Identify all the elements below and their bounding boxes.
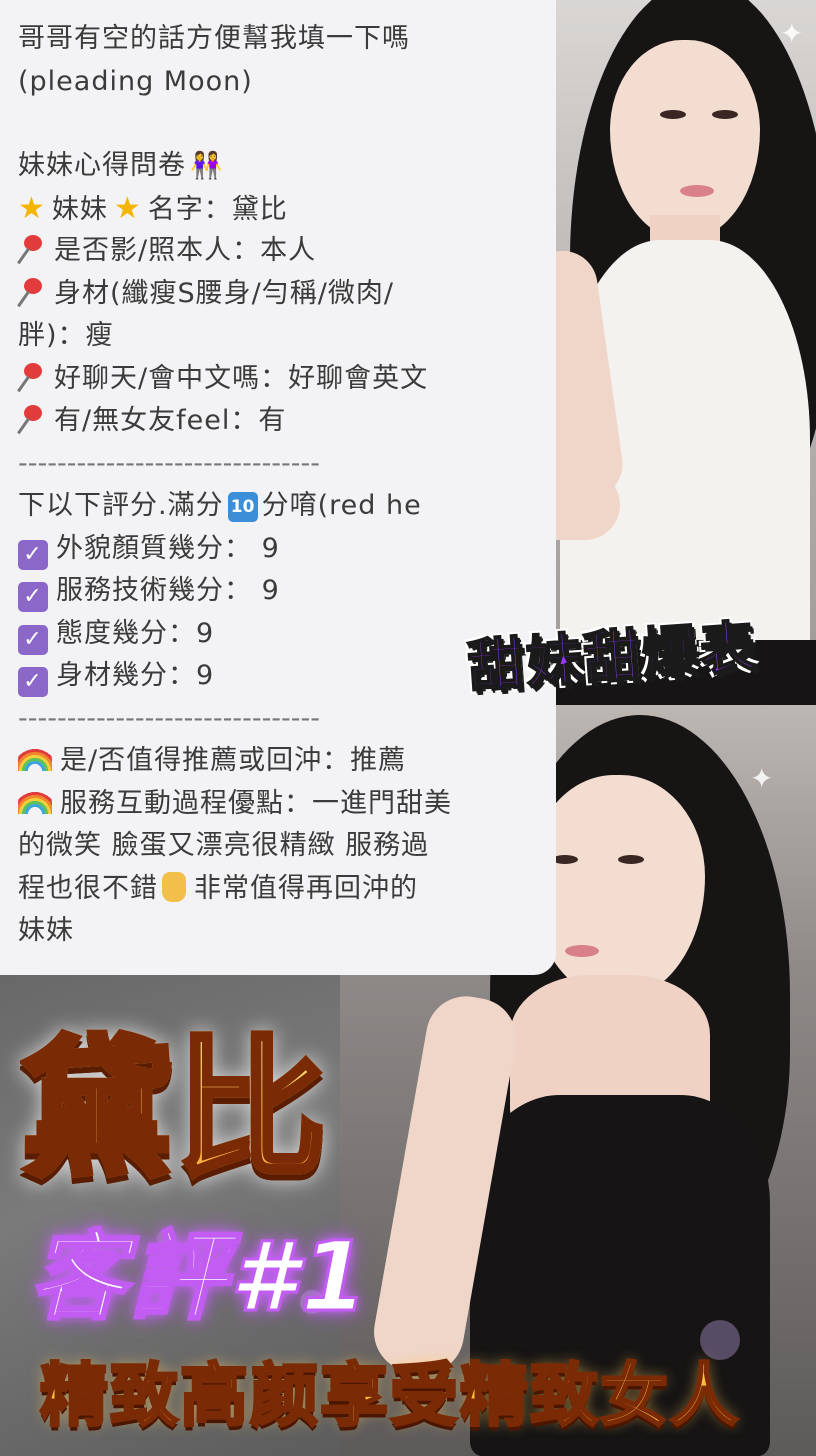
score-item-text: 態度幾分：9 bbox=[56, 617, 215, 649]
gf-feel-line: 有/無女友feel：有 bbox=[18, 400, 556, 443]
score-item: ✓ 服務技術幾分： 9 bbox=[18, 570, 556, 613]
questionnaire-title-text: 妹妹心得問卷 bbox=[18, 150, 186, 181]
checkbox-icon: ✓ bbox=[18, 667, 48, 697]
chat-line: 好聊天/會中文嗎：好聊會英文 bbox=[18, 358, 556, 401]
recommend-text: 是/否值得推薦或回沖：推薦 bbox=[60, 745, 407, 776]
highlights-text: 程也很不錯 bbox=[18, 872, 158, 904]
eye bbox=[712, 110, 738, 119]
tagline: 精致高颜享受精致女人 bbox=[39, 1356, 741, 1438]
pushpin-icon bbox=[18, 233, 46, 265]
score-item-text: 身材幾分：9 bbox=[56, 660, 215, 691]
highlights-line-cont: 妹妹 bbox=[18, 915, 74, 946]
score-intro-line: 下以下評分.滿分 10 分唷(red he bbox=[18, 485, 556, 528]
pushpin-icon bbox=[18, 361, 46, 393]
chat-text: 好聊天/會中文嗎：好聊會英文 bbox=[54, 362, 429, 394]
review-card: 哥哥有空的話方便幫我填一下嗎 (pleading Moon) 妹妹心得問卷 👭 ★… bbox=[0, 0, 556, 975]
body-type-text: 身材(纖瘦S腰身/勻稱/微肉/ bbox=[54, 277, 394, 309]
photo-match-line: 是否影/照本人：本人 bbox=[18, 230, 556, 273]
score-item-text: 外貌顏質幾分： 9 bbox=[56, 532, 280, 564]
score-intro-text: 下以下評分.滿分 bbox=[18, 490, 224, 521]
photo-match-text: 是否影/照本人：本人 bbox=[54, 235, 317, 266]
pushpin-icon bbox=[18, 276, 46, 308]
divider: ------------------------------- bbox=[18, 447, 321, 479]
body-type-line: 身材(纖瘦S腰身/勻稱/微肉/ bbox=[18, 273, 556, 316]
intro-line: 哥哥有空的話方便幫我填一下嗎 bbox=[18, 23, 410, 54]
checkbox-icon: ✓ bbox=[18, 539, 48, 570]
star-icon: ★ bbox=[18, 190, 46, 226]
keycap-ten-icon: 10 bbox=[227, 492, 258, 522]
pushpin-icon bbox=[18, 403, 46, 435]
highlights-line: 服務互動過程優點：一進門甜美 bbox=[18, 783, 556, 826]
rainbow-icon bbox=[18, 743, 52, 771]
eye bbox=[660, 110, 686, 119]
girls-icon: 👭 bbox=[190, 151, 224, 181]
body-type-line-cont: 胖)：瘦 bbox=[18, 320, 114, 351]
review-title: 客評#1 bbox=[29, 1221, 372, 1334]
highlights-text: 非常值得再回沖的 bbox=[194, 872, 418, 904]
checkbox-icon: ✓ bbox=[18, 624, 48, 655]
lips bbox=[680, 185, 714, 197]
score-intro-text-end: 分唷(red he bbox=[261, 490, 422, 521]
questionnaire-title: 妹妹心得問卷 👭 bbox=[18, 145, 556, 188]
gf-feel-text: 有/無女友feel：有 bbox=[54, 405, 287, 436]
rainbow-icon bbox=[18, 785, 52, 814]
highlights-line-cont: 程也很不錯 非常值得再回沖的 bbox=[18, 868, 556, 911]
name-title: 黛比 bbox=[19, 1010, 402, 1210]
divider: ------------------------------- bbox=[18, 702, 321, 734]
recommend-line: 是/否值得推薦或回沖：推薦 bbox=[18, 740, 556, 783]
score-item: ✓ 外貌顏質幾分： 9 bbox=[18, 528, 556, 571]
highlights-line-cont: 的微笑 臉蛋又漂亮很精緻 服務過 bbox=[18, 830, 430, 861]
star-icon: ★ bbox=[113, 190, 142, 226]
sparkle-icon: ✦ bbox=[780, 17, 804, 50]
lips bbox=[565, 945, 599, 957]
name-line: ★ 妹妹 ★ 名字：黛比 bbox=[18, 188, 556, 231]
checkbox-icon: ✓ bbox=[18, 582, 48, 612]
name-value: 名字：黛比 bbox=[147, 193, 288, 225]
highlights-text: 服務互動過程優點：一進門甜美 bbox=[60, 787, 452, 819]
name-label: 妹妹 bbox=[51, 193, 108, 225]
intro-line: (pleading Moon) bbox=[18, 65, 253, 97]
thumbs-up-icon bbox=[162, 871, 186, 902]
score-item-text: 服務技術幾分： 9 bbox=[56, 575, 280, 606]
eye bbox=[618, 855, 644, 864]
sparkle-icon: ✦ bbox=[750, 762, 774, 795]
